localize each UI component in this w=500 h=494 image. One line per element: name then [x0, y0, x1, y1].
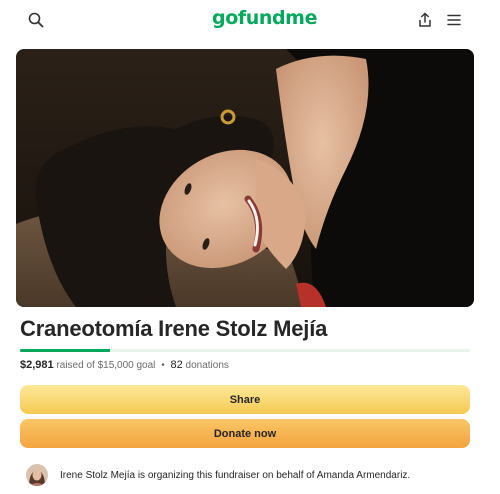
share-button[interactable]: Share	[20, 385, 470, 414]
donations-label: donations	[185, 360, 229, 371]
share-header-button[interactable]	[413, 8, 437, 32]
progress-fill	[20, 349, 110, 352]
hamburger-menu-icon	[447, 14, 461, 26]
menu-button[interactable]	[442, 8, 466, 32]
organizer-avatar[interactable]	[26, 464, 48, 486]
search-icon	[28, 12, 44, 28]
donations-count: 82	[170, 359, 183, 371]
donate-now-button[interactable]: Donate now	[20, 419, 470, 448]
amount-raised: $2,981	[20, 359, 54, 371]
organizer-text: Irene Stolz Mejía is organizing this fun…	[60, 469, 411, 481]
top-bar: gofundme	[0, 0, 500, 40]
fundraising-progress-bar	[20, 349, 470, 352]
stats-separator: •	[161, 360, 165, 371]
campaign-title: Craneotomía Irene Stolz Mejía	[20, 316, 328, 341]
avatar-image	[26, 464, 48, 486]
search-button[interactable]	[24, 8, 48, 32]
share-upload-icon	[419, 12, 431, 27]
campaign-photo	[16, 49, 474, 307]
organizer-info: Irene Stolz Mejía is organizing this fun…	[26, 464, 410, 486]
gofundme-logo[interactable]: gofundme	[212, 7, 317, 29]
campaign-hero-image[interactable]	[16, 49, 474, 307]
goal-text: raised of $15,000 goal	[56, 360, 156, 371]
donation-stats: $2,981 raised of $15,000 goal • 82 donat…	[20, 359, 229, 371]
